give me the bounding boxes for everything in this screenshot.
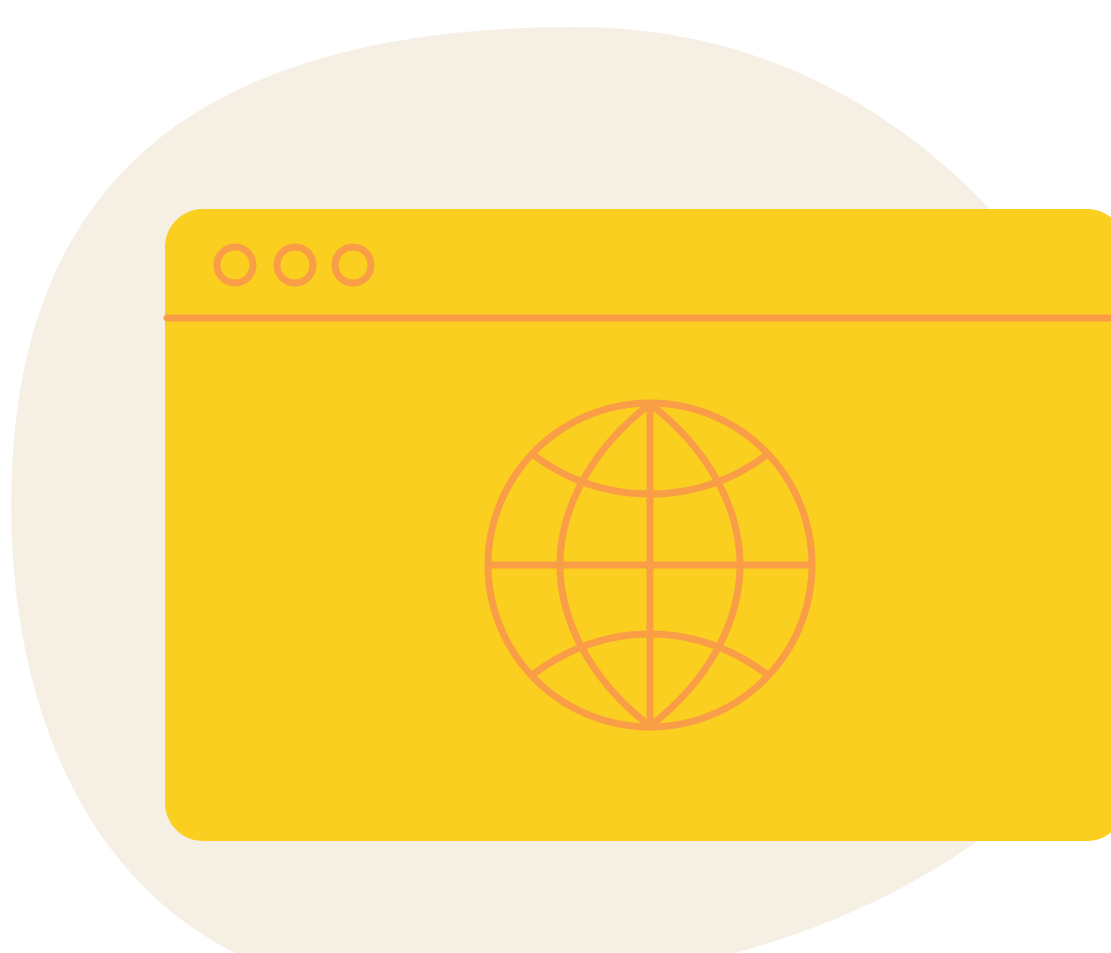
globe-icon	[484, 399, 816, 731]
browser-window	[165, 209, 1111, 841]
illustration	[0, 0, 1111, 953]
illustration-svg	[11, 27, 1111, 953]
